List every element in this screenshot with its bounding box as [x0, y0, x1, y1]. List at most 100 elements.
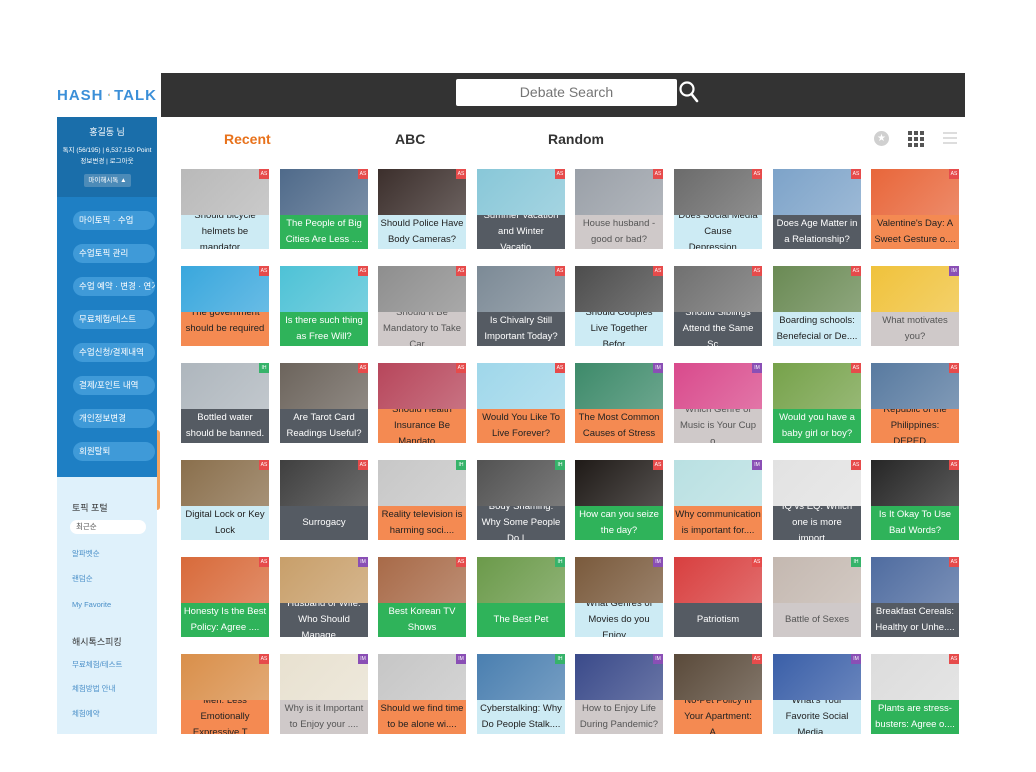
topic-card[interactable]: AS Breakfast Cereals: Healthy or Unhe....	[871, 557, 959, 637]
topic-card[interactable]: AS Valentine's Day: A Sweet Gesture o....	[871, 169, 959, 249]
level-badge: AS	[851, 266, 861, 276]
topic-card[interactable]: AS Best Korean TV Shows	[378, 557, 466, 637]
level-badge: IM	[653, 654, 663, 664]
topic-card[interactable]: AS Should Police Have Body Cameras?	[378, 169, 466, 249]
menu-panel	[57, 197, 157, 477]
level-badge: AS	[752, 169, 762, 179]
topic-card[interactable]: AS Plants are stress-busters: Agree o....	[871, 654, 959, 734]
portal-random[interactable]: 랜덤순	[72, 573, 93, 584]
topic-card[interactable]: AS The People of Big Cities Are Less ....	[280, 169, 368, 249]
topic-thumbnail	[280, 557, 368, 603]
topic-card[interactable]: AS How can you seize the day?	[575, 460, 663, 540]
topic-card[interactable]: AS Would You Like To Live Forever?	[477, 363, 565, 443]
topic-title: Summer Vacation and Winter Vacatio....	[477, 215, 565, 249]
speaking-trial-booking[interactable]: 체험예약	[72, 708, 100, 719]
topic-card[interactable]: IH Bottled water should be banned.	[181, 363, 269, 443]
menu-my-topic[interactable]: 마이토픽 · 수업	[73, 211, 155, 230]
debate-search-input[interactable]	[456, 79, 677, 106]
topic-title: The People of Big Cities Are Less ....	[280, 215, 368, 249]
menu-withdraw[interactable]: 회원탈퇴	[73, 442, 155, 461]
topic-thumbnail	[477, 363, 565, 409]
favorite-filter-icon[interactable]: ★	[874, 131, 889, 146]
account-links[interactable]: 정보변경 | 로그아웃	[57, 155, 157, 165]
list-view-icon[interactable]	[943, 132, 957, 146]
topic-title: Cyberstalking: Why Do People Stalk....	[477, 700, 565, 734]
portal-recent[interactable]: 최근순	[70, 520, 146, 534]
speaking-trial-guide[interactable]: 체험방법 안내	[72, 683, 115, 694]
topic-card[interactable]: AS Should Siblings Attend the Same Sc....	[674, 266, 762, 346]
topic-card[interactable]: IM What motivates you?	[871, 266, 959, 346]
topic-card[interactable]: AS Patriotism	[674, 557, 762, 637]
topic-card[interactable]: AS Should It Be Mandatory to Take Car....	[378, 266, 466, 346]
topic-card[interactable]: IM Should we find time to be alone wi....	[378, 654, 466, 734]
menu-payment-history[interactable]: 수업신청/결제내역	[73, 343, 155, 362]
topic-title: Should Police Have Body Cameras?	[378, 215, 466, 249]
topic-card[interactable]: AS No-Pet Policy in Your Apartment: A....	[674, 654, 762, 734]
topic-card[interactable]: AS Honesty Is the Best Policy: Agree ....	[181, 557, 269, 637]
topic-thumbnail	[181, 363, 269, 409]
topic-card[interactable]: AS Men: Less Emotionally Expressive T....	[181, 654, 269, 734]
topic-card[interactable]: IM Which Genre of Music is Your Cup o....	[674, 363, 762, 443]
topic-card[interactable]: AS The government should be required ....	[181, 266, 269, 346]
topic-card[interactable]: AS Should bicycle helmets be mandator....	[181, 169, 269, 249]
topic-thumbnail	[378, 169, 466, 215]
topic-card[interactable]: IM Why communication is important for....	[674, 460, 762, 540]
topic-title: Would You Like To Live Forever?	[477, 409, 565, 443]
topic-card[interactable]: AS Should Health Insurance Be Mandato....	[378, 363, 466, 443]
topic-card[interactable]: AS Is there such thing as Free Will?	[280, 266, 368, 346]
topic-card[interactable]: AS Does Social Media Cause Depression....	[674, 169, 762, 249]
topic-card[interactable]: AS Would you have a baby girl or boy?	[773, 363, 861, 443]
topic-title: The government should be required ....	[181, 312, 269, 346]
topic-card[interactable]: IH Cyberstalking: Why Do People Stalk....	[477, 654, 565, 734]
menu-profile-edit[interactable]: 개인정보변경	[73, 409, 155, 428]
topic-card[interactable]: IM What's Your Favorite Social Media ....	[773, 654, 861, 734]
topic-card[interactable]: IM Husband or Wife: Who Should Manage....	[280, 557, 368, 637]
topic-card[interactable]: IM What Genres of Movies do you Enjoy....	[575, 557, 663, 637]
menu-class-topic[interactable]: 수업토픽 관리	[73, 244, 155, 263]
topic-card[interactable]: IM The Most Common Causes of Stress	[575, 363, 663, 443]
level-badge: AS	[555, 169, 565, 179]
topic-card[interactable]: AS Boarding schools: Benefecial or De....	[773, 266, 861, 346]
topic-card[interactable]: IH Reality television is harming soci....	[378, 460, 466, 540]
topic-card[interactable]: IM Why is it Important to Enjoy your ....	[280, 654, 368, 734]
topic-card[interactable]: AS Summer Vacation and Winter Vacatio....	[477, 169, 565, 249]
menu-class-reservation[interactable]: 수업 예약 · 변경 · 연기	[73, 277, 155, 296]
topic-card[interactable]: AS House husband - good or bad?	[575, 169, 663, 249]
level-badge: AS	[555, 363, 565, 373]
topic-thumbnail	[871, 169, 959, 215]
menu-free-trial[interactable]: 무료체험/테스트	[73, 310, 155, 329]
my-hashtalk-button[interactable]: 마이해시톡 ▲	[84, 174, 131, 187]
topic-title: Should bicycle helmets be mandator....	[181, 215, 269, 249]
topic-card[interactable]: AS Is It Okay To Use Bad Words?	[871, 460, 959, 540]
topic-card[interactable]: IH The Best Pet	[477, 557, 565, 637]
tab-recent[interactable]: Recent	[224, 131, 271, 147]
topic-card[interactable]: AS IQ vs EQ: Which one is more import....	[773, 460, 861, 540]
menu-points-history[interactable]: 결제/포인트 내역	[73, 376, 155, 395]
level-badge: AS	[752, 654, 762, 664]
search-icon[interactable]	[678, 80, 700, 104]
topic-card[interactable]: AS Surrogacy	[280, 460, 368, 540]
topic-title: Would you have a baby girl or boy?	[773, 409, 861, 443]
topic-card[interactable]: AS Are Tarot Card Readings Useful?	[280, 363, 368, 443]
topic-card[interactable]: AS Digital Lock or Key Lock	[181, 460, 269, 540]
topic-card[interactable]: AS Republic of the Philippines: DEPED....	[871, 363, 959, 443]
logo-text-hash: HASH	[57, 86, 104, 104]
topic-card[interactable]: IH Body Shaming: Why Some People Do I....	[477, 460, 565, 540]
level-badge: AS	[358, 266, 368, 276]
topic-card[interactable]: IM How to Enjoy Life During Pandemic?	[575, 654, 663, 734]
grid-view-icon[interactable]	[908, 131, 924, 147]
topic-card[interactable]: AS Does Age Matter in a Relationship?	[773, 169, 861, 249]
topic-thumbnail	[575, 654, 663, 700]
topic-title: Should It Be Mandatory to Take Car....	[378, 312, 466, 346]
tab-abc[interactable]: ABC	[395, 131, 425, 147]
hashtalk-logo[interactable]: HASH TALK	[57, 73, 157, 117]
topic-card[interactable]: AS Is Chivalry Still Important Today?	[477, 266, 565, 346]
topic-card[interactable]: IH Battle of Sexes	[773, 557, 861, 637]
tab-random[interactable]: Random	[548, 131, 604, 147]
topic-title: Digital Lock or Key Lock	[181, 506, 269, 540]
portal-my-favorite[interactable]: My Favorite	[72, 600, 111, 609]
speaking-free-trial[interactable]: 무료체험/테스트	[72, 659, 122, 670]
topic-card[interactable]: AS Should Couples Live Together Befor....	[575, 266, 663, 346]
portal-alphabetical[interactable]: 알파벳순	[72, 548, 100, 559]
topic-thumbnail	[181, 169, 269, 215]
